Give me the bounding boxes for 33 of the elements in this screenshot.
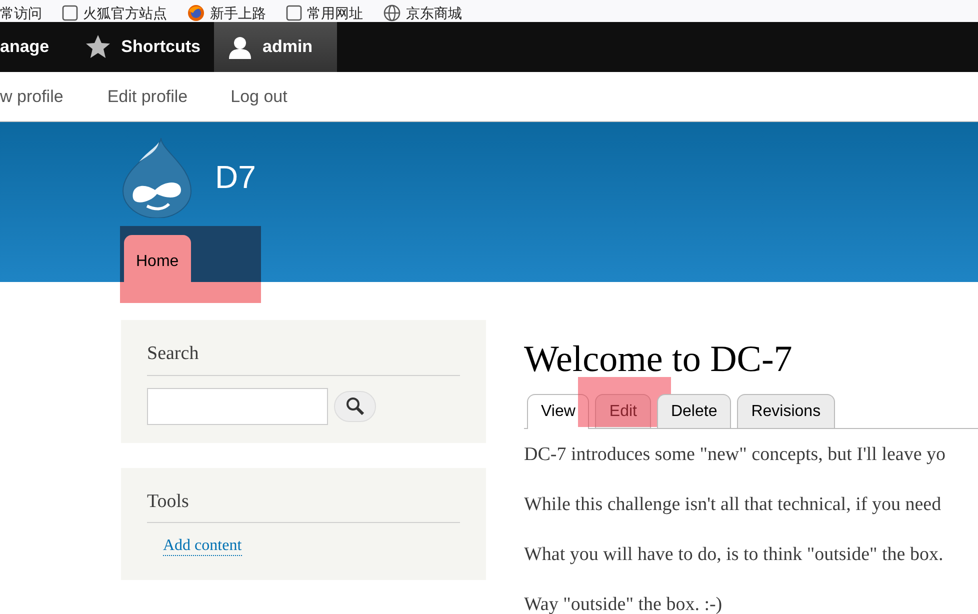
page-icon [62,5,78,21]
site-name[interactable]: D7 [215,153,256,201]
body-paragraph: What you will have to do, is to think "outside" the box. [524,543,944,566]
search-field[interactable] [147,388,328,424]
body-paragraph: DC-7 introduces some "new" concepts, but I'll leave yo [524,443,947,466]
add-content-link[interactable]: Add content [163,537,242,556]
page-icon [286,5,302,21]
page-title: Welcome to DC-7 [524,340,794,380]
bookmark-link[interactable]: 火狐官方站点 [83,4,167,22]
toolbar-tab[interactable]: admin [214,22,338,72]
block-title: Tools [147,488,460,523]
tray-link[interactable]: Log out [230,84,288,110]
page-tab[interactable]: Revisions [737,394,835,428]
page-tab[interactable]: View [527,394,590,429]
star-icon [85,34,112,60]
search-button[interactable] [334,390,376,422]
bookmark-link[interactable]: 常用网址 [307,4,363,22]
drop-logo[interactable] [121,136,193,218]
body-paragraph: While this challenge isn't all that technical, if you need [524,493,942,516]
block-title: Search [147,340,460,376]
user-icon [228,35,252,59]
tray-link[interactable]: w profile [0,84,64,110]
bookmark-link[interactable]: 京东商城 [406,4,462,22]
globe-icon [383,4,401,22]
tray-link[interactable]: Edit profile [107,84,188,110]
page-tab[interactable]: Edit [595,394,651,428]
nav-tab[interactable]: Home [124,235,191,282]
search-icon [346,397,364,415]
body-paragraph: Way "outside" the box. :-) [524,593,724,614]
browser-icon [187,4,205,22]
bookmark-link[interactable]: 新手上路 [210,4,266,22]
bookmark-link[interactable]: 常访问 [0,4,42,22]
page-tab[interactable]: Delete [656,394,732,428]
